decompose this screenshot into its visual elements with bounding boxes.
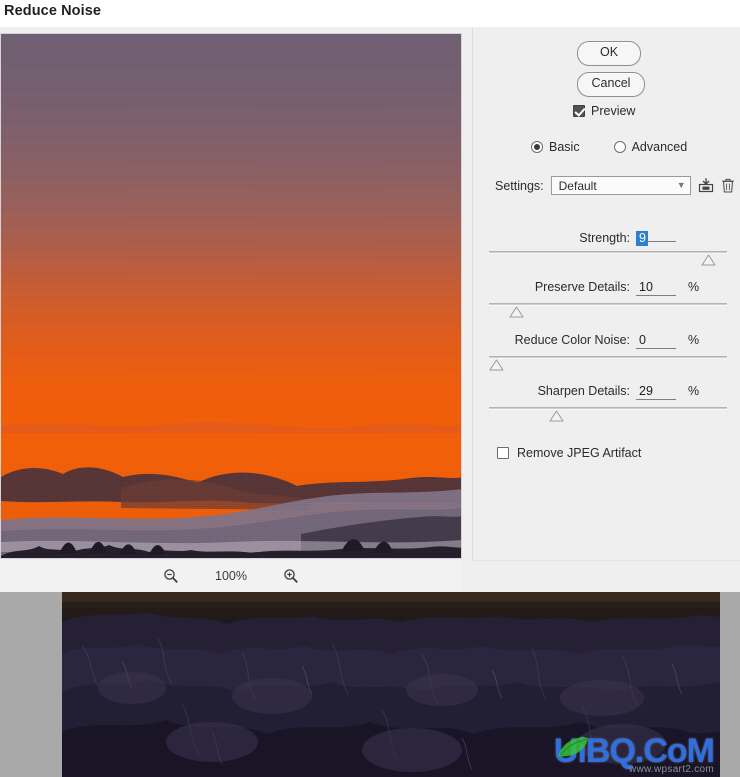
slider-track[interactable] (489, 303, 727, 306)
radio-icon-basic[interactable] (531, 141, 543, 153)
image-noise-grain (1, 34, 461, 558)
reduce-noise-dialog: Reduce Noise 100% OK Cancel Preview Basi… (0, 0, 740, 592)
controls-panel: OK Cancel Preview Basic Advanced Setting… (473, 28, 740, 560)
cancel-button[interactable]: Cancel (577, 72, 645, 97)
slider-value-underline (648, 228, 676, 242)
slider-unit: % (688, 333, 700, 347)
radio-label-basic: Basic (549, 140, 580, 154)
zoom-in-icon[interactable] (281, 566, 301, 586)
mode-radio-group: Basic Advanced (531, 140, 687, 154)
save-preset-icon[interactable] (698, 177, 714, 194)
slider-3: Sharpen Details: 29% (473, 384, 740, 422)
slider-header: Preserve Details: 10% (473, 280, 740, 296)
slider-1: Preserve Details: 10% (473, 280, 740, 318)
radio-label-advanced: Advanced (631, 140, 688, 154)
checkbox-icon-jpeg[interactable] (497, 447, 509, 459)
slider-track[interactable] (489, 356, 727, 359)
slider-value-input[interactable]: 9 (636, 231, 648, 246)
slider-track[interactable] (489, 251, 727, 254)
remove-jpeg-artifact-label: Remove JPEG Artifact (517, 446, 642, 460)
slider-handle[interactable] (509, 306, 524, 318)
slider-handle[interactable] (549, 410, 564, 422)
zoom-level-label: 100% (215, 569, 247, 583)
document-canvas: UiBQ.CoM www.wpsart2.com (0, 592, 740, 777)
slider-2: Reduce Color Noise: 0% (473, 333, 740, 371)
slider-label: Sharpen Details: (537, 384, 630, 398)
radio-basic[interactable]: Basic (531, 140, 580, 154)
panel-bottom-divider (473, 560, 740, 561)
slider-unit: % (688, 384, 700, 398)
dialog-titlebar: Reduce Noise (0, 0, 740, 27)
image-preview[interactable] (0, 33, 462, 559)
slider-label: Strength: (579, 231, 630, 245)
checkbox-icon-preview[interactable] (573, 105, 585, 117)
slider-label: Preserve Details: (534, 280, 630, 294)
slider-value-wrap: 29 (630, 384, 676, 400)
slider-0: Strength: 9 (473, 228, 740, 266)
slider-value-wrap: 10 (630, 280, 676, 296)
radio-advanced[interactable]: Advanced (613, 140, 688, 154)
slider-value-input[interactable]: 0 (636, 333, 676, 349)
slider-label: Reduce Color Noise: (514, 333, 630, 347)
slider-header: Reduce Color Noise: 0% (473, 333, 740, 349)
delete-preset-icon[interactable] (721, 177, 737, 194)
settings-row: Settings: Default ▼ (495, 176, 737, 195)
slider-value-wrap: 0 (630, 333, 676, 349)
zoom-controls: 100% (0, 560, 462, 592)
settings-label: Settings: (495, 178, 544, 193)
slider-value-wrap: 9 (630, 228, 676, 246)
slider-track[interactable] (489, 407, 727, 410)
slider-unit: % (688, 280, 700, 294)
chevron-down-icon: ▼ (676, 180, 686, 190)
slider-handle[interactable] (701, 254, 716, 266)
preview-label: Preview (591, 104, 636, 118)
preview-checkbox[interactable]: Preview (573, 104, 635, 118)
slider-value-input[interactable]: 29 (636, 384, 676, 400)
settings-selected-value: Default (558, 178, 597, 193)
zoom-out-icon[interactable] (161, 566, 181, 586)
ok-button[interactable]: OK (577, 41, 641, 66)
page-title: Reduce Noise (4, 3, 102, 19)
settings-dropdown[interactable]: Default ▼ (550, 176, 691, 195)
remove-jpeg-artifact-checkbox[interactable]: Remove JPEG Artifact (497, 446, 641, 460)
slider-handle[interactable] (489, 359, 504, 371)
slider-header: Strength: 9 (473, 228, 740, 246)
radio-icon-advanced[interactable] (613, 141, 626, 153)
lava-rock-texture (62, 592, 720, 777)
document-image-lava-field[interactable]: UiBQ.CoM www.wpsart2.com (62, 592, 720, 777)
slider-header: Sharpen Details: 29% (473, 384, 740, 400)
slider-value-input[interactable]: 10 (636, 280, 676, 296)
